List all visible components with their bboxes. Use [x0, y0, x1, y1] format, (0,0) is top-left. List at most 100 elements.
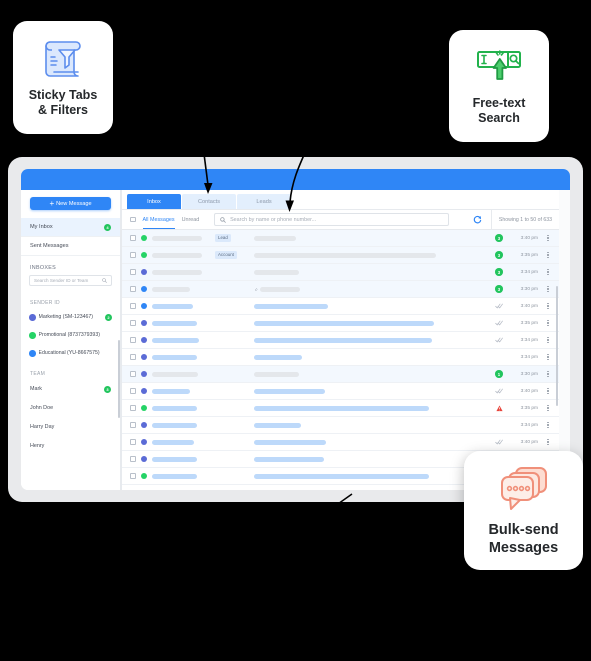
tab-label: Inbox	[147, 198, 161, 205]
unread-count-badge: 3	[495, 268, 503, 276]
select-all-checkbox[interactable]	[130, 216, 136, 223]
message-menu-button[interactable]	[543, 405, 553, 411]
message-row[interactable]: 3:40 pm	[122, 434, 559, 451]
message-time: 3:40 pm	[520, 235, 538, 241]
search-input[interactable]: Search by name or phone number...	[214, 213, 450, 226]
message-time: 3:34 pm	[520, 337, 538, 343]
sidebar-scrollbar[interactable]	[118, 340, 120, 418]
message-row[interactable]: 3 3:30 pm	[122, 281, 559, 298]
message-row[interactable]: 1 3:30 pm	[122, 366, 559, 383]
message-preview-placeholder	[254, 439, 486, 445]
message-select-checkbox[interactable]	[130, 439, 136, 445]
sidebar-sender-educational[interactable]: Educational (YU-8667575)	[21, 344, 120, 362]
sidebar-team-henry[interactable]: Henry	[21, 437, 120, 456]
contact-name-placeholder	[152, 337, 210, 343]
app-body: + New Message My Inbox 4 Sent Messages I…	[21, 190, 570, 490]
sidebar-sender-promotional[interactable]: Promotional (8737379393)	[21, 326, 120, 344]
failed-warning-icon	[495, 405, 503, 411]
message-menu-button[interactable]	[543, 269, 553, 275]
message-select-checkbox[interactable]	[130, 371, 136, 377]
message-select-checkbox[interactable]	[130, 252, 136, 258]
message-select-checkbox[interactable]	[130, 235, 136, 241]
message-row[interactable]: 3:35 pm	[122, 400, 559, 417]
refresh-icon	[473, 215, 482, 224]
message-preview-placeholder	[254, 388, 486, 394]
message-menu-button[interactable]	[543, 422, 553, 428]
message-menu-button[interactable]	[543, 354, 553, 360]
message-row[interactable]: 3:35 pm	[122, 315, 559, 332]
message-select-checkbox[interactable]	[130, 388, 136, 394]
message-status	[491, 405, 507, 412]
message-menu-button[interactable]	[543, 286, 553, 292]
sidebar-inboxes-title: INBOXES	[30, 265, 57, 271]
message-menu-button[interactable]	[543, 252, 553, 258]
message-select-checkbox[interactable]	[130, 303, 136, 309]
message-time: 3:40 pm	[520, 439, 538, 445]
sidebar-team-john-doe[interactable]: John Doe	[21, 399, 120, 418]
message-preview-placeholder	[254, 252, 486, 258]
tab-contacts[interactable]: Contacts	[182, 194, 236, 209]
message-menu-button[interactable]	[543, 337, 553, 343]
message-select-checkbox[interactable]	[130, 405, 136, 411]
sidebar-team-harry-day[interactable]: Harry Day	[21, 418, 120, 437]
whatsapp-channel-icon	[29, 332, 36, 339]
kebab-menu-icon	[547, 405, 549, 411]
tab-inbox[interactable]: Inbox	[127, 194, 181, 209]
sidebar-item-sent-messages[interactable]: Sent Messages	[21, 237, 120, 256]
tab-leads[interactable]: Leads	[237, 194, 291, 209]
message-row[interactable]: 3:34 pm	[122, 417, 559, 434]
rcs-channel-icon	[29, 314, 36, 321]
sidebar-search-input[interactable]: Search Sender ID or Team	[29, 275, 112, 286]
message-menu-button[interactable]	[543, 388, 553, 394]
kebab-menu-icon	[547, 371, 549, 377]
message-row[interactable]: Lead 3 3:40 pm	[122, 230, 559, 247]
message-menu-button[interactable]	[543, 235, 553, 241]
sms-channel-icon	[140, 302, 147, 310]
filter-all-messages[interactable]: All Messages	[142, 217, 175, 230]
message-select-checkbox[interactable]	[130, 354, 136, 360]
message-status: 1	[491, 370, 507, 378]
message-tag: Lead	[215, 234, 249, 242]
main-pane: Inbox Contacts Leads All Messages Unread	[122, 190, 559, 490]
message-select-checkbox[interactable]	[130, 422, 136, 428]
message-menu-button[interactable]	[543, 303, 553, 309]
message-row[interactable]: Account 3 3:35 pm	[122, 247, 559, 264]
message-time: 3:34 pm	[520, 269, 538, 275]
message-row[interactable]: 3:40 pm	[122, 298, 559, 315]
sidebar-sender-marketing[interactable]: Marketing (SM-123467) 2	[21, 308, 120, 326]
screenshot-stage: Sticky Tabs & Filters Free-text Search B…	[0, 0, 591, 661]
refresh-button[interactable]	[464, 215, 491, 224]
message-select-checkbox[interactable]	[130, 320, 136, 326]
message-preview-placeholder	[254, 422, 486, 428]
feature-card-free-text-search: Free-text Search	[449, 30, 549, 142]
feature-label-line1: Bulk-send	[488, 521, 559, 538]
new-message-button[interactable]: + New Message	[30, 197, 111, 210]
kebab-menu-icon	[547, 286, 549, 292]
sidebar-item-my-inbox[interactable]: My Inbox 4	[21, 218, 120, 237]
delivered-check-icon	[495, 303, 503, 309]
message-select-checkbox[interactable]	[130, 269, 136, 275]
message-list-scrollbar[interactable]	[556, 286, 558, 406]
message-select-checkbox[interactable]	[130, 337, 136, 343]
message-row[interactable]: 3:34 pm	[122, 349, 559, 366]
message-menu-button[interactable]	[543, 439, 553, 445]
rcs-channel-icon	[140, 455, 147, 463]
message-menu-button[interactable]	[543, 320, 553, 326]
contact-name-placeholder	[152, 320, 210, 326]
sms-channel-icon	[140, 285, 147, 293]
tag-label: Account	[215, 251, 237, 259]
sender-name: Educational (YU-8667575)	[38, 350, 100, 357]
message-menu-button[interactable]	[543, 371, 553, 377]
filter-unread[interactable]: Unread	[182, 217, 200, 223]
message-select-checkbox[interactable]	[130, 456, 136, 462]
contact-name-placeholder	[152, 252, 210, 258]
feature-card-bulk-send: Bulk-send Messages	[464, 451, 583, 570]
message-row[interactable]: 3 3:34 pm	[122, 264, 559, 281]
message-row[interactable]: 3:40 pm	[122, 383, 559, 400]
message-row[interactable]: 3:34 pm	[122, 332, 559, 349]
scroll-filter-icon	[40, 37, 86, 81]
message-select-checkbox[interactable]	[130, 473, 136, 479]
sidebar-team-mark[interactable]: Mark 3	[21, 380, 120, 399]
message-select-checkbox[interactable]	[130, 286, 136, 292]
message-time: 3:35 pm	[520, 252, 538, 258]
